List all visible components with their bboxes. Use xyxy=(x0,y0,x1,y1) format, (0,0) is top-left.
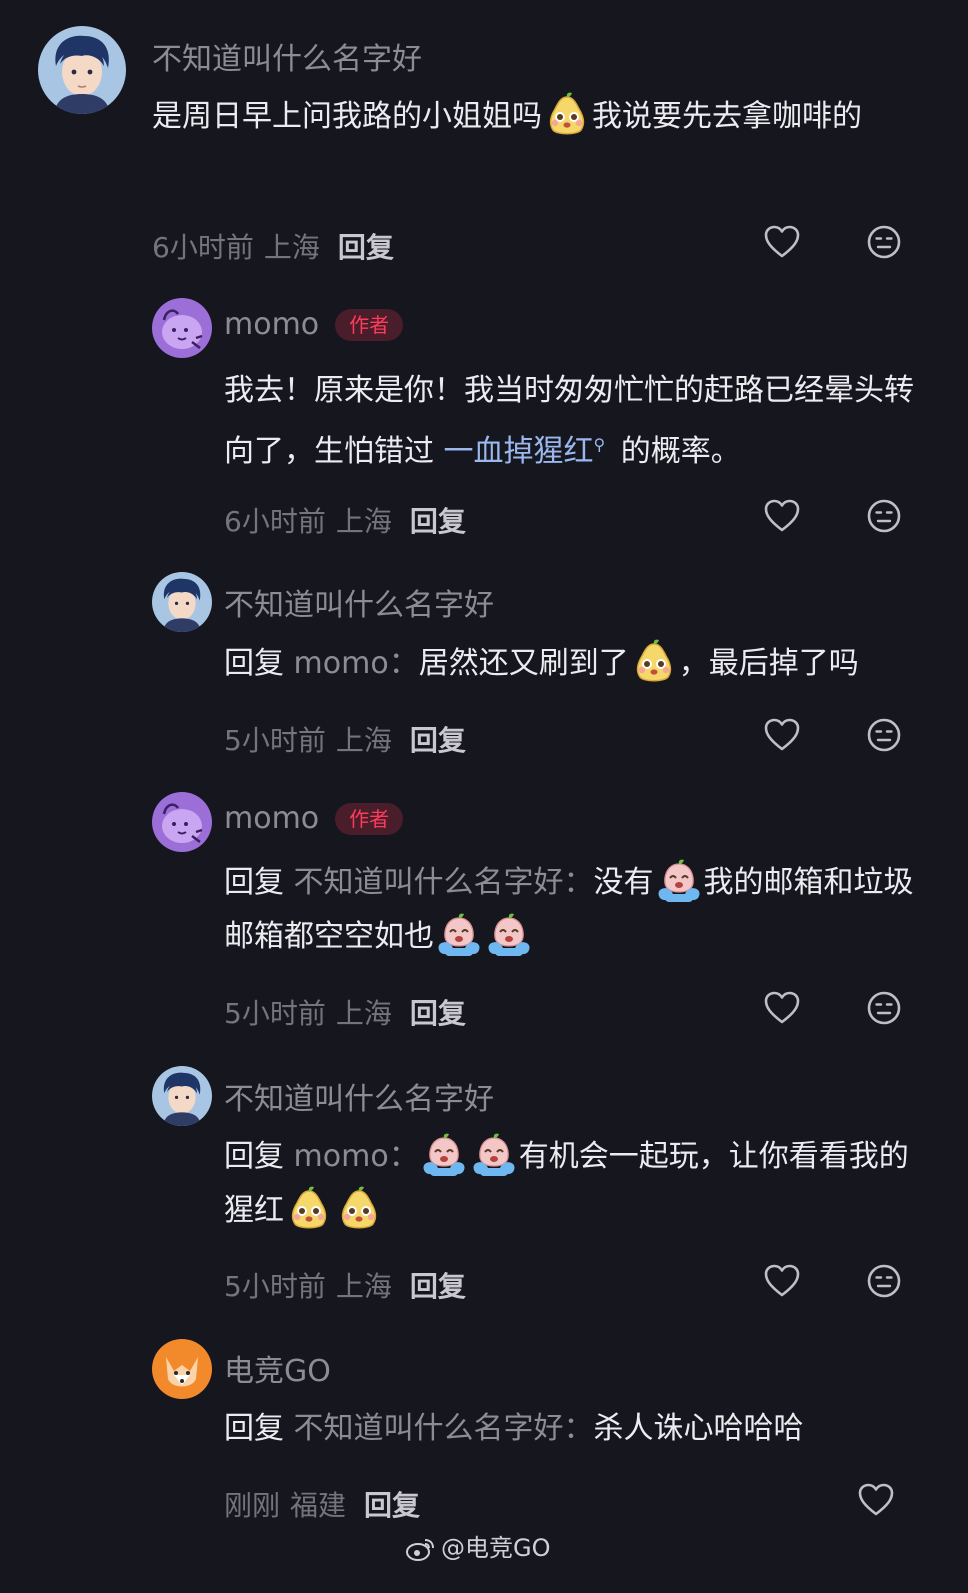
location: 上海 xyxy=(335,505,392,538)
reply-target-user[interactable]: momo： xyxy=(294,1139,419,1174)
comment-text: 回复 momo：居然还又刷到了 ，最后掉了吗 xyxy=(224,637,944,691)
avatar[interactable] xyxy=(152,1339,212,1399)
timestamp: 5小时前 xyxy=(224,1270,326,1303)
heart-icon[interactable] xyxy=(762,715,802,755)
reply-button[interactable]: 回复 xyxy=(410,724,466,757)
crying-face-emoji xyxy=(485,910,533,958)
neutral-face-icon[interactable] xyxy=(864,715,904,755)
timestamp: 刚刚 xyxy=(224,1489,281,1522)
comment-text: 我去！原来是你！我当时匆匆忙忙的赶路已经晕头转向了，生怕错过 一血掉猩红⚲ 的概… xyxy=(224,373,914,469)
username[interactable]: momo 作者 xyxy=(224,306,404,342)
pear-face-emoji xyxy=(630,637,678,685)
comment-text: 回复 momo： 有机会一起玩，让你看看我的猩红 xyxy=(224,1130,924,1238)
username[interactable]: 不知道叫什么名字好 xyxy=(224,1074,494,1118)
author-badge: 作者 xyxy=(335,308,404,341)
comment-meta: 6小时前 上海 回复 xyxy=(152,226,394,266)
heart-icon[interactable] xyxy=(762,496,802,536)
author-badge: 作者 xyxy=(335,802,404,835)
crying-face-emoji xyxy=(435,910,483,958)
heart-icon[interactable] xyxy=(762,222,802,262)
comment-meta: 6小时前 上海 回复 xyxy=(224,500,466,540)
neutral-face-icon[interactable] xyxy=(864,496,904,536)
reply-target-user[interactable]: 不知道叫什么名字好： xyxy=(294,1411,594,1446)
weibo-logo-icon xyxy=(405,1536,435,1568)
username[interactable]: 不知道叫什么名字好 xyxy=(152,34,422,78)
avatar[interactable] xyxy=(152,298,212,358)
reply-target-user[interactable]: 不知道叫什么名字好： xyxy=(294,865,594,900)
comment-meta: 5小时前 上海 回复 xyxy=(224,992,466,1032)
username[interactable]: 不知道叫什么名字好 xyxy=(224,580,494,624)
search-icon[interactable]: ⚲ xyxy=(594,435,606,454)
avatar[interactable] xyxy=(152,1066,212,1126)
reply-button[interactable]: 回复 xyxy=(364,1489,420,1522)
location: 上海 xyxy=(335,724,392,757)
username[interactable]: momo 作者 xyxy=(224,800,404,836)
timestamp: 6小时前 xyxy=(224,505,326,538)
crying-face-emoji xyxy=(420,1130,468,1178)
comment-meta: 5小时前 上海 回复 xyxy=(224,1265,466,1305)
location: 上海 xyxy=(263,231,320,264)
timestamp: 5小时前 xyxy=(224,724,326,757)
reply-button[interactable]: 回复 xyxy=(410,1270,466,1303)
timestamp: 5小时前 xyxy=(224,997,326,1030)
pear-face-emoji xyxy=(335,1184,383,1232)
heart-icon[interactable] xyxy=(762,1261,802,1301)
comment-meta: 5小时前 上海 回复 xyxy=(224,719,466,759)
avatar[interactable] xyxy=(38,26,126,114)
comment-meta: 刚刚 福建 回复 xyxy=(224,1484,420,1524)
neutral-face-icon[interactable] xyxy=(864,1261,904,1301)
search-keyword-link[interactable]: 一血掉猩红 xyxy=(444,434,594,469)
timestamp: 6小时前 xyxy=(152,231,254,264)
heart-icon[interactable] xyxy=(762,988,802,1028)
location: 上海 xyxy=(335,1270,392,1303)
pear-face-emoji xyxy=(543,90,591,138)
location: 福建 xyxy=(290,1489,347,1522)
reply-button[interactable]: 回复 xyxy=(410,997,466,1030)
comment-text: 是周日早上问我路的小姐姐吗 我说要先去拿咖啡的 xyxy=(152,90,912,144)
crying-face-emoji xyxy=(655,856,703,904)
reply-button[interactable]: 回复 xyxy=(338,231,394,264)
neutral-face-icon[interactable] xyxy=(864,988,904,1028)
crying-face-emoji xyxy=(470,1130,518,1178)
reply-target-user[interactable]: momo： xyxy=(294,646,419,681)
reply-button[interactable]: 回复 xyxy=(410,505,466,538)
pear-face-emoji xyxy=(285,1184,333,1232)
avatar[interactable] xyxy=(152,572,212,632)
heart-icon[interactable] xyxy=(856,1480,896,1520)
comment-text: 回复 不知道叫什么名字好：没有 我的邮箱和垃圾邮箱都空空如也 xyxy=(224,856,924,964)
watermark: @电竞GO xyxy=(405,1528,551,1568)
neutral-face-icon[interactable] xyxy=(864,222,904,262)
comment-text: 回复 不知道叫什么名字好：杀人诛心哈哈哈 xyxy=(224,1411,804,1446)
avatar[interactable] xyxy=(152,792,212,852)
location: 上海 xyxy=(335,997,392,1030)
username[interactable]: 电竞GO xyxy=(224,1346,331,1390)
